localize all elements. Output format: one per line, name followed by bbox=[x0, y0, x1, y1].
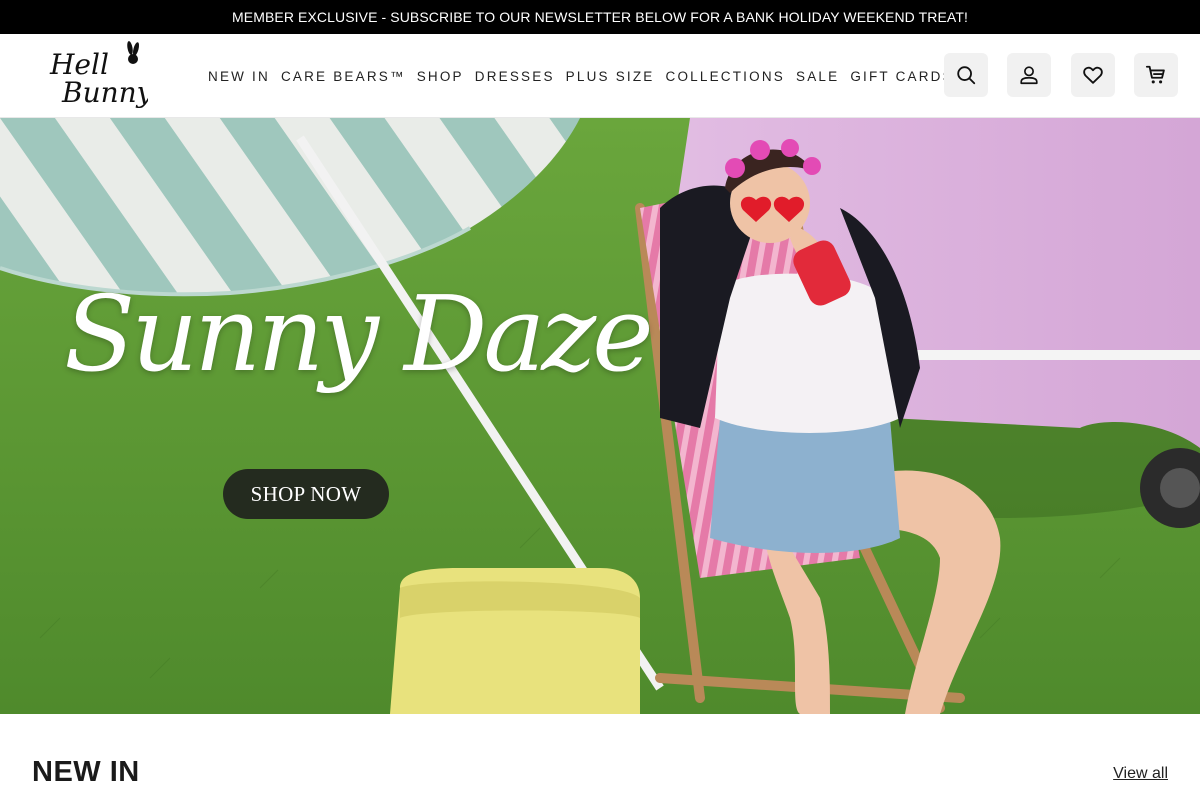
search-icon bbox=[957, 66, 976, 85]
cart-button[interactable] bbox=[1134, 53, 1178, 97]
account-button[interactable] bbox=[1007, 53, 1051, 97]
nav-item-gift-cards[interactable]: GIFT CARDS bbox=[850, 69, 954, 84]
account-icon bbox=[1020, 66, 1038, 85]
hero-banner[interactable]: Sunny Daze SHOP NOW bbox=[0, 118, 1200, 714]
announcement-text: MEMBER EXCLUSIVE - SUBSCRIBE TO OUR NEWS… bbox=[232, 9, 968, 25]
search-button[interactable] bbox=[944, 53, 988, 97]
nav-item-dresses[interactable]: DRESSES bbox=[475, 69, 555, 84]
hero-image bbox=[0, 118, 1200, 714]
logo-graphic: Hell Bunny bbox=[49, 41, 154, 109]
announcement-bar: MEMBER EXCLUSIVE - SUBSCRIBE TO OUR NEWS… bbox=[0, 0, 1200, 34]
heart-icon bbox=[1083, 66, 1103, 84]
main-nav: NEW IN CARE BEARS™ SHOP DRESSES PLUS SIZ… bbox=[208, 34, 965, 118]
svg-text:Bunny: Bunny bbox=[61, 76, 148, 109]
cart-icon bbox=[1145, 65, 1165, 84]
nav-item-shop[interactable]: SHOP bbox=[417, 69, 464, 84]
nav-item-care-bears[interactable]: CARE BEARS™ bbox=[281, 69, 406, 84]
nav-item-new-in[interactable]: NEW IN bbox=[208, 69, 270, 84]
nav-item-collections[interactable]: COLLECTIONS bbox=[666, 69, 785, 84]
hero-title: Sunny Daze bbox=[64, 273, 654, 395]
view-all-link[interactable]: View all bbox=[1113, 765, 1168, 783]
nav-item-sale[interactable]: SALE bbox=[796, 69, 839, 84]
section-title: NEW IN bbox=[32, 756, 140, 788]
shop-now-button[interactable]: SHOP NOW bbox=[223, 469, 389, 519]
logo[interactable]: Hell Bunny bbox=[48, 40, 154, 110]
wishlist-button[interactable] bbox=[1071, 53, 1115, 97]
nav-item-plus-size[interactable]: PLUS SIZE bbox=[566, 69, 655, 84]
site-header: Hell Bunny NEW IN CARE BEARS™ SHOP DRESS… bbox=[0, 34, 1200, 118]
